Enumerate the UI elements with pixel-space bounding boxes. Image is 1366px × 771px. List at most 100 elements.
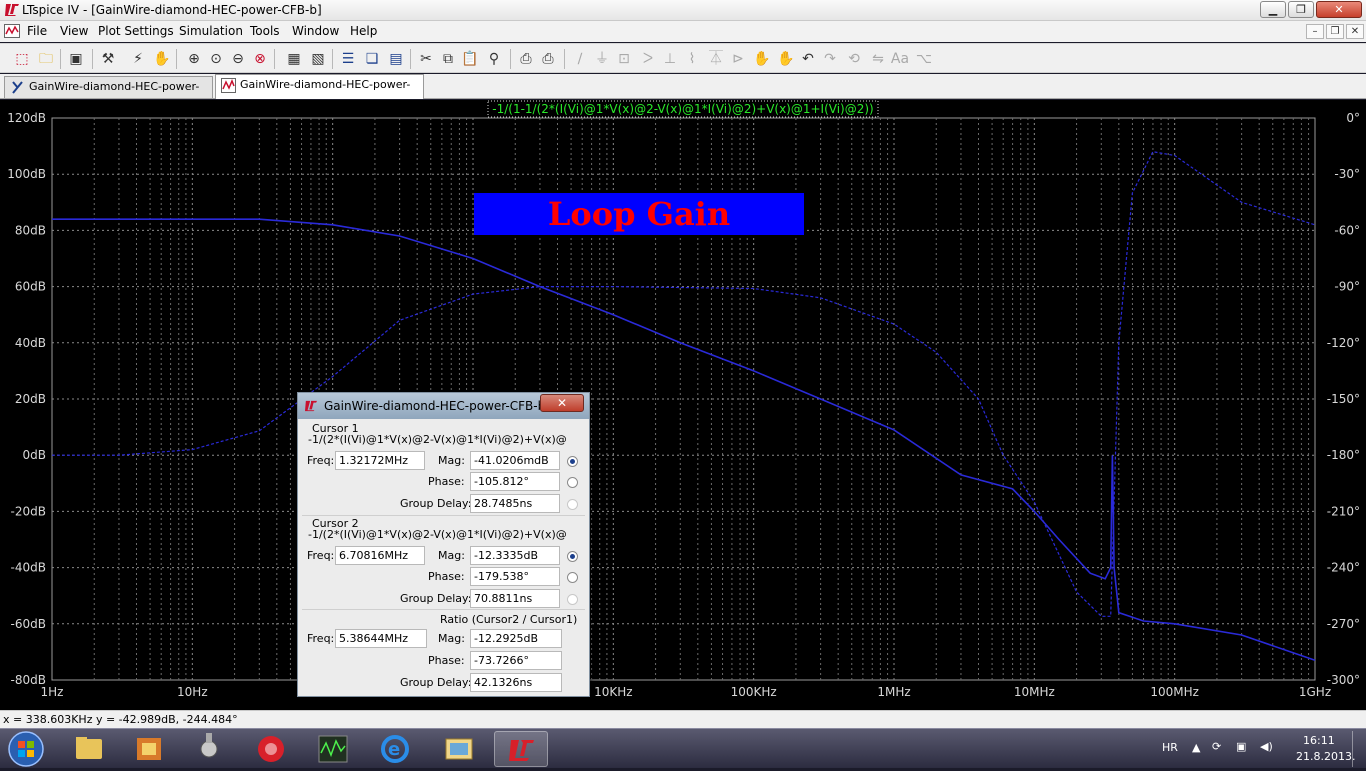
tab-waveform[interactable]: GainWire-diamond-HEC-power-CFB-b bbox=[215, 74, 424, 111]
annotation-label: Loop Gain bbox=[548, 195, 730, 233]
capacitor-icon[interactable]: ⊥ bbox=[660, 49, 680, 69]
waveform-plot[interactable]: 1Hz10Hz100Hz1KHz10KHz100KHz1MHz10MHz100M… bbox=[0, 100, 1366, 710]
show-desktop-button[interactable] bbox=[1352, 731, 1364, 767]
tray-expand-icon[interactable]: ▲ bbox=[1192, 741, 1200, 754]
zoom-in-icon[interactable]: ⊕ bbox=[184, 49, 204, 69]
undo-icon[interactable]: ↶ bbox=[798, 49, 818, 69]
oscilloscope-icon bbox=[318, 735, 348, 763]
zoom-pan-icon[interactable]: ⊙ bbox=[206, 49, 226, 69]
zoom-out-icon[interactable]: ⊖ bbox=[228, 49, 248, 69]
menu-tools[interactable]: Tools bbox=[250, 24, 280, 38]
taskbar-explorer[interactable] bbox=[62, 731, 116, 767]
cursor2-expression: -1/(2*(I(Vi)@1*V(x)@2-V(x)@1*I(Vi)@2)+V(… bbox=[308, 528, 566, 541]
cursor2-mag-radio[interactable] bbox=[567, 551, 578, 562]
menu-file[interactable]: File bbox=[27, 24, 47, 38]
taskbar-app-photo[interactable] bbox=[432, 731, 486, 767]
open-folder-icon[interactable]: 🗀 bbox=[36, 49, 56, 69]
cursor2-freq-field[interactable]: 6.70816MHz bbox=[335, 546, 425, 565]
clock-date[interactable]: 21.8.2013. bbox=[1296, 750, 1355, 763]
tile-horizontal-icon[interactable]: ☰ bbox=[338, 49, 358, 69]
mdi-close-button[interactable]: ✕ bbox=[1346, 24, 1364, 39]
label-net-icon[interactable]: ⊡ bbox=[614, 49, 634, 69]
dialog-title-bar[interactable]: GainWire-diamond-HEC-power-CFB-b ✕ bbox=[298, 393, 589, 419]
x-tick-label: 100MHz bbox=[1150, 685, 1199, 699]
taskbar-app-scope[interactable] bbox=[306, 731, 360, 767]
network-icon[interactable]: ▣ bbox=[1236, 740, 1246, 753]
menu-view[interactable]: View bbox=[60, 24, 88, 38]
ground-icon[interactable]: ⏚ bbox=[592, 49, 612, 69]
wire-icon[interactable]: ∕ bbox=[570, 49, 590, 69]
cursor2-mag-field[interactable]: -12.3335dB bbox=[470, 546, 560, 565]
text-icon[interactable]: Aa bbox=[890, 49, 910, 69]
x-tick-label: 10Hz bbox=[177, 685, 208, 699]
plot-grid-icon[interactable]: ▧ bbox=[308, 49, 328, 69]
folder-icon bbox=[76, 737, 102, 759]
copy-icon[interactable]: ⧉ bbox=[438, 49, 458, 69]
menu-simulation[interactable]: Simulation bbox=[179, 24, 243, 38]
move-icon[interactable]: ✋ bbox=[752, 49, 772, 69]
dialog-close-button[interactable]: ✕ bbox=[540, 394, 584, 412]
component-icon[interactable]: ⊳ bbox=[728, 49, 748, 69]
print-setup-icon[interactable]: ⎙ bbox=[516, 49, 536, 69]
cursor1-phase-radio[interactable] bbox=[567, 477, 578, 488]
find-icon[interactable]: ⚲ bbox=[484, 49, 504, 69]
waveform-icon bbox=[221, 78, 236, 93]
taskbar-app-tool[interactable] bbox=[182, 731, 236, 767]
cursor1-freq-field[interactable]: 1.32172MHz bbox=[335, 451, 425, 470]
zoom-fit-icon[interactable]: ⊗ bbox=[250, 49, 270, 69]
cursor2-phase-radio[interactable] bbox=[567, 572, 578, 583]
taskbar-app-installer[interactable] bbox=[122, 731, 176, 767]
plot-canvas[interactable]: 1Hz10Hz100Hz1KHz10KHz100KHz1MHz10MHz100M… bbox=[0, 100, 1366, 710]
run-icon[interactable]: ⚡ bbox=[128, 49, 148, 69]
close-button[interactable]: ✕ bbox=[1316, 1, 1362, 18]
minimize-button[interactable]: ▁ bbox=[1260, 1, 1286, 18]
ratio-label: Ratio (Cursor2 / Cursor1) bbox=[440, 613, 578, 626]
mdi-minimize-button[interactable]: – bbox=[1306, 24, 1324, 39]
redo-icon[interactable]: ↷ bbox=[820, 49, 840, 69]
rotate-icon[interactable]: ⟲ bbox=[844, 49, 864, 69]
restore-button[interactable]: ❐ bbox=[1288, 1, 1314, 18]
waveform-document-icon[interactable] bbox=[4, 24, 20, 38]
menu-plot-settings[interactable]: Plot Settings bbox=[98, 24, 174, 38]
spice-directive-icon[interactable]: ⌥ bbox=[914, 49, 934, 69]
cut-icon[interactable]: ✂ bbox=[416, 49, 436, 69]
tab-schematic[interactable]: GainWire-diamond-HEC-power-CFB-b bbox=[4, 76, 213, 113]
control-panel-icon[interactable]: ⚒ bbox=[98, 49, 118, 69]
menu-help[interactable]: Help bbox=[350, 24, 377, 38]
taskbar-ltspice[interactable] bbox=[494, 731, 548, 767]
mirror-icon[interactable]: ⇋ bbox=[868, 49, 888, 69]
volume-icon[interactable]: ◀) bbox=[1260, 740, 1273, 753]
cursor1-freq-label: Freq: bbox=[307, 454, 335, 467]
pan-hand-icon[interactable]: ✋ bbox=[152, 49, 172, 69]
cursor2-group-delay-field[interactable]: 70.8811ns bbox=[470, 589, 560, 608]
cursor-dialog[interactable]: GainWire-diamond-HEC-power-CFB-b ✕ Curso… bbox=[297, 392, 590, 697]
drag-icon[interactable]: ✋ bbox=[776, 49, 796, 69]
autorange-icon[interactable]: ▦ bbox=[284, 49, 304, 69]
clock-time[interactable]: 16:11 bbox=[1303, 734, 1335, 747]
cascade-icon[interactable]: ❏ bbox=[362, 49, 382, 69]
resistor-icon[interactable]: ᐳ bbox=[638, 49, 658, 69]
cursor1-mag-radio[interactable] bbox=[567, 456, 578, 467]
close-windows-icon[interactable]: ▤ bbox=[386, 49, 406, 69]
ratio-mag-field: -12.2925dB bbox=[470, 629, 562, 648]
cursor1-group-delay-radio[interactable] bbox=[567, 499, 578, 510]
sync-icon[interactable]: ⟳ bbox=[1212, 740, 1221, 753]
diode-icon[interactable]: ⏄ bbox=[706, 49, 726, 69]
taskbar-ie[interactable]: e bbox=[368, 731, 422, 767]
open-schematic-icon[interactable]: ⬚ bbox=[12, 49, 32, 69]
cursor1-mag-field[interactable]: -41.0206mdB bbox=[470, 451, 560, 470]
cursor2-phase-field[interactable]: -179.538° bbox=[470, 567, 560, 586]
paste-icon[interactable]: 📋 bbox=[460, 49, 480, 69]
cursor1-group-delay-field[interactable]: 28.7485ns bbox=[470, 494, 560, 513]
taskbar-app-red[interactable] bbox=[244, 731, 298, 767]
inductor-icon[interactable]: ⌇ bbox=[682, 49, 702, 69]
cursor1-phase-field[interactable]: -105.812° bbox=[470, 472, 560, 491]
print-icon[interactable]: ⎙ bbox=[538, 49, 558, 69]
cursor2-group-delay-radio[interactable] bbox=[567, 594, 578, 605]
ltspice-logo-icon bbox=[305, 400, 317, 412]
start-button[interactable] bbox=[6, 730, 46, 768]
menu-window[interactable]: Window bbox=[292, 24, 339, 38]
mdi-restore-button[interactable]: ❐ bbox=[1326, 24, 1344, 39]
save-icon[interactable]: ▣ bbox=[66, 49, 86, 69]
language-indicator[interactable]: HR bbox=[1162, 741, 1178, 754]
